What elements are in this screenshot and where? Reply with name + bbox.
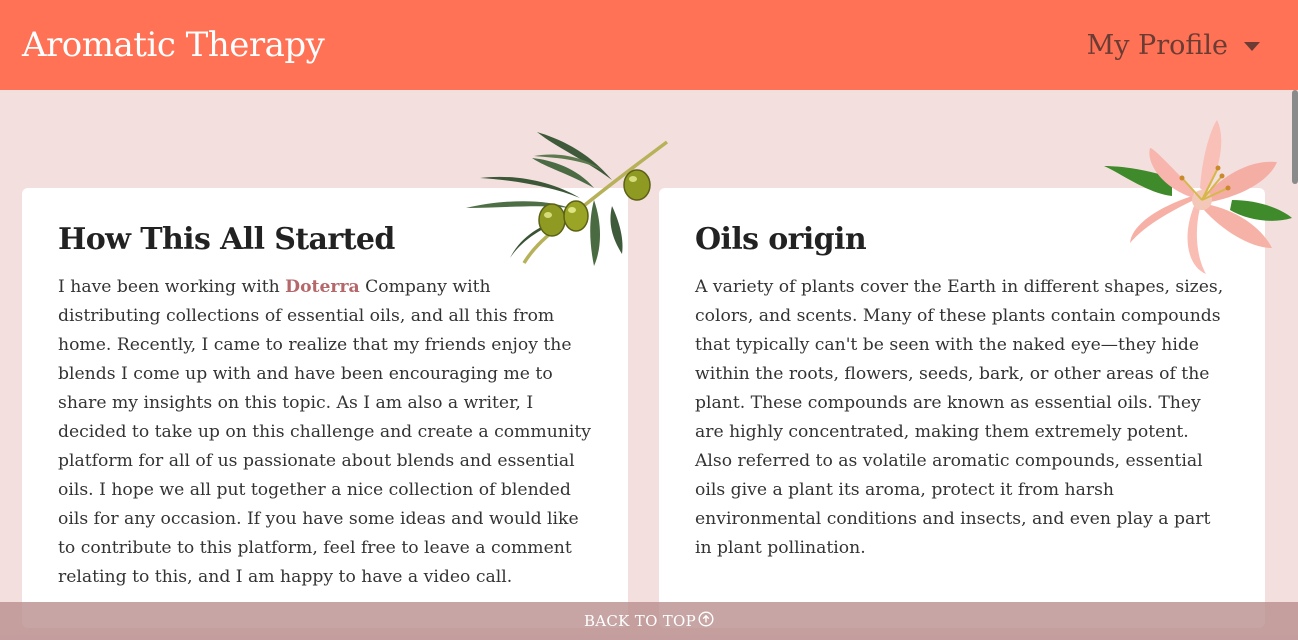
profile-label: My Profile [1086,29,1228,61]
caret-down-icon [1244,42,1260,51]
back-to-top-label: BACK TO TOP [583,612,697,630]
arrow-up-circle-icon [698,611,714,631]
navbar: Aromatic Therapy My Profile [0,0,1298,90]
doterra-link[interactable]: Doterra [285,277,360,297]
card-text: I have been working with Doterra Company… [58,277,591,587]
profile-dropdown[interactable]: My Profile [1087,30,1260,61]
card-text: A variety of plants cover the Earth in d… [695,277,1224,558]
olive-branch-image [466,132,669,266]
lily-flower-image [1104,120,1292,274]
brand-title[interactable]: Aromatic Therapy [22,25,325,65]
back-to-top-button[interactable]: BACK TO TOP [0,602,1298,640]
